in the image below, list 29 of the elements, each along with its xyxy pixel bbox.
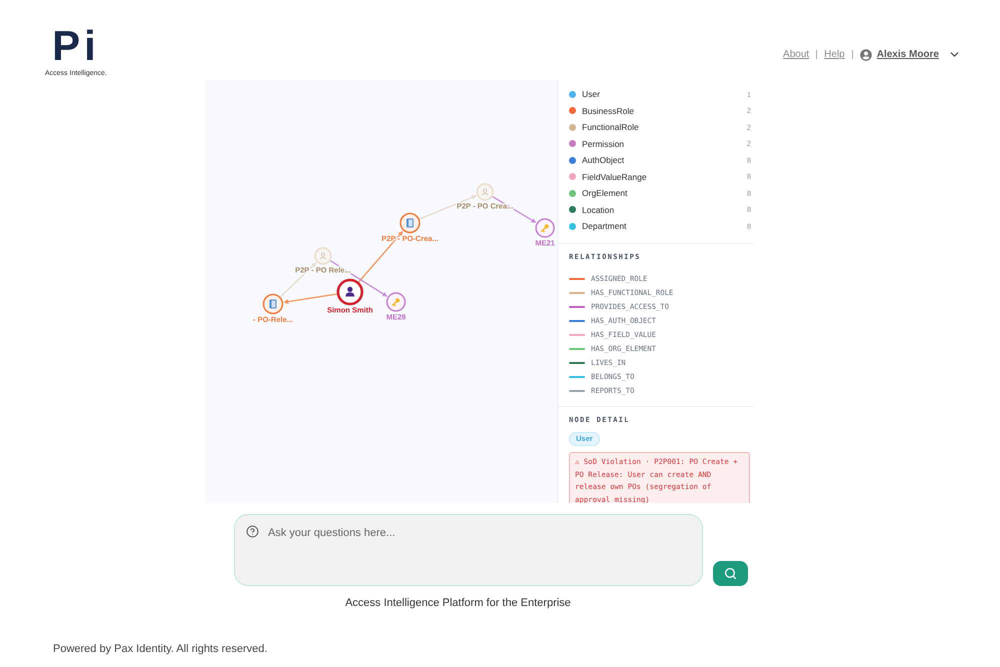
question-field[interactable]: Ask your questions here... bbox=[234, 514, 703, 586]
platform-tagline: Access Intelligence Platform for the Enterprise bbox=[345, 596, 571, 610]
user-menu-button[interactable]: Alexis Moore bbox=[860, 48, 961, 61]
legend-label: FieldValueRange bbox=[582, 172, 648, 182]
document-icon bbox=[270, 300, 276, 308]
legend-label: Department bbox=[582, 221, 628, 232]
legend-label: FunctionalRole bbox=[582, 122, 640, 132]
legend-label: Permission bbox=[582, 138, 626, 149]
nav-link[interactable]: About bbox=[783, 49, 810, 60]
footer-text: Powered by Pax Identity. All rights reserved. bbox=[53, 642, 268, 656]
person-icon bbox=[346, 286, 354, 296]
person-icon bbox=[482, 188, 488, 196]
graph-node[interactable] bbox=[386, 292, 406, 312]
search-button[interactable] bbox=[713, 561, 748, 586]
document-icon bbox=[406, 218, 414, 228]
logo: Pi bbox=[52, 25, 100, 67]
legend-label: BusinessRole bbox=[582, 106, 635, 116]
search-icon bbox=[724, 567, 737, 580]
legend-label: OrgElement bbox=[582, 188, 628, 198]
graph-node[interactable] bbox=[535, 218, 555, 238]
nav-link[interactable]: Help bbox=[824, 49, 845, 60]
legend-label: User bbox=[582, 89, 601, 100]
help-icon bbox=[246, 525, 259, 538]
legend-label: Location bbox=[582, 204, 616, 215]
user-avatar-icon bbox=[860, 48, 872, 60]
legend-label: AuthObject bbox=[582, 155, 626, 166]
key-icon bbox=[392, 298, 400, 306]
key-icon bbox=[541, 224, 549, 232]
person-icon bbox=[320, 252, 326, 260]
